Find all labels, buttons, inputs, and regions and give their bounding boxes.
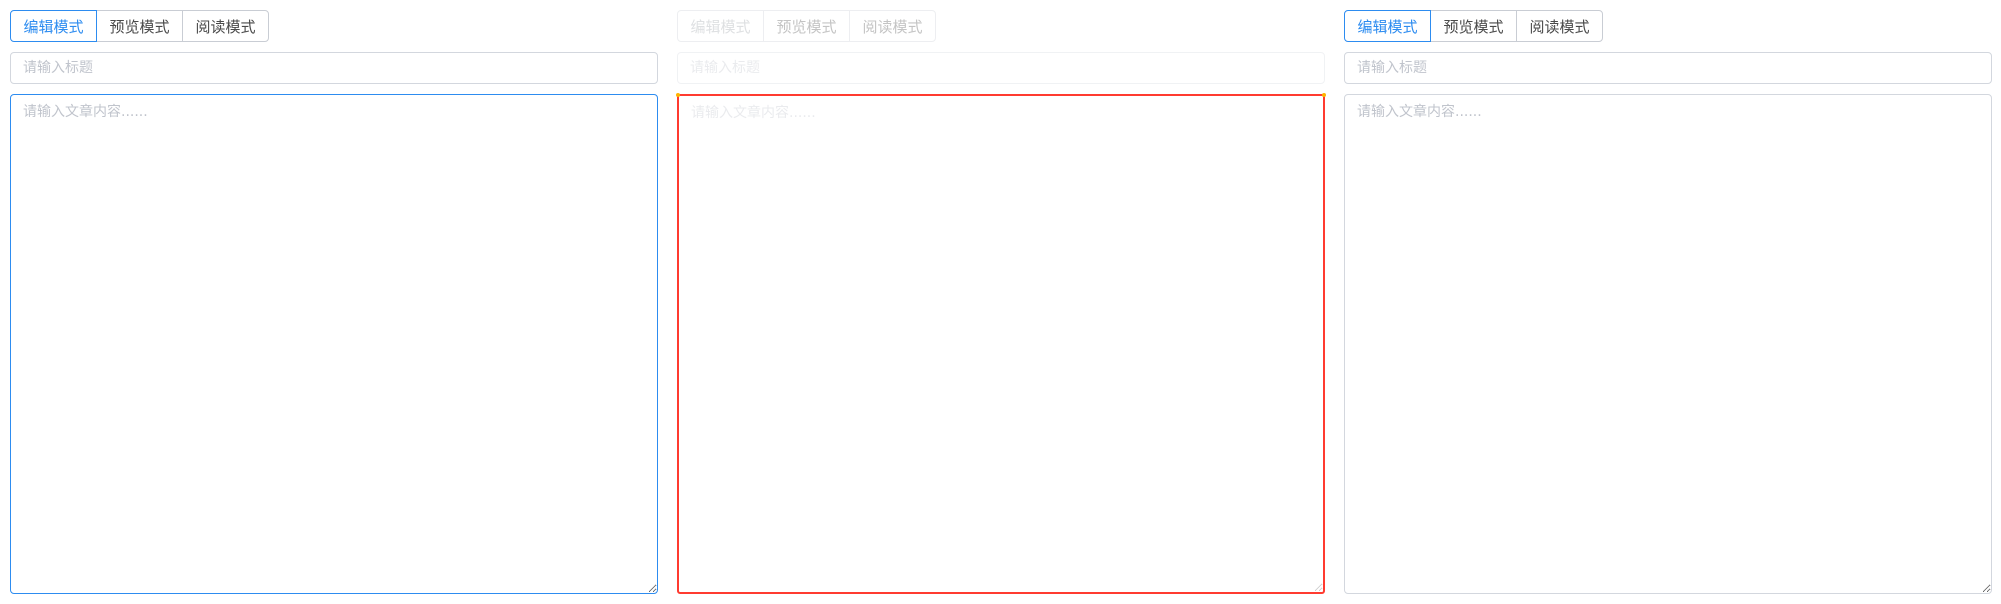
editor-panel-2: 编辑模式 预览模式 阅读模式 bbox=[677, 10, 1325, 594]
tab-preview-mode[interactable]: 预览模式 bbox=[763, 10, 850, 42]
tab-preview-mode[interactable]: 预览模式 bbox=[1430, 10, 1517, 42]
tab-edit-mode[interactable]: 编辑模式 bbox=[1344, 10, 1431, 42]
tab-read-mode[interactable]: 阅读模式 bbox=[1516, 10, 1603, 42]
content-textarea[interactable] bbox=[10, 94, 658, 594]
editor-panel-1: 编辑模式 预览模式 阅读模式 bbox=[10, 10, 658, 594]
tab-edit-mode[interactable]: 编辑模式 bbox=[10, 10, 97, 42]
mode-tab-group: 编辑模式 预览模式 阅读模式 bbox=[677, 10, 1325, 42]
tab-edit-mode[interactable]: 编辑模式 bbox=[677, 10, 764, 42]
title-input[interactable] bbox=[10, 52, 658, 84]
title-input[interactable] bbox=[1344, 52, 1992, 84]
mode-tab-group: 编辑模式 预览模式 阅读模式 bbox=[10, 10, 658, 42]
content-textarea[interactable] bbox=[1344, 94, 1992, 594]
mode-tab-group: 编辑模式 预览模式 阅读模式 bbox=[1344, 10, 1992, 42]
tab-read-mode[interactable]: 阅读模式 bbox=[182, 10, 269, 42]
content-textarea[interactable] bbox=[677, 94, 1325, 594]
tab-preview-mode[interactable]: 预览模式 bbox=[96, 10, 183, 42]
tab-read-mode[interactable]: 阅读模式 bbox=[849, 10, 936, 42]
title-input[interactable] bbox=[677, 52, 1325, 84]
editor-panel-3: 编辑模式 预览模式 阅读模式 bbox=[1344, 10, 1992, 594]
